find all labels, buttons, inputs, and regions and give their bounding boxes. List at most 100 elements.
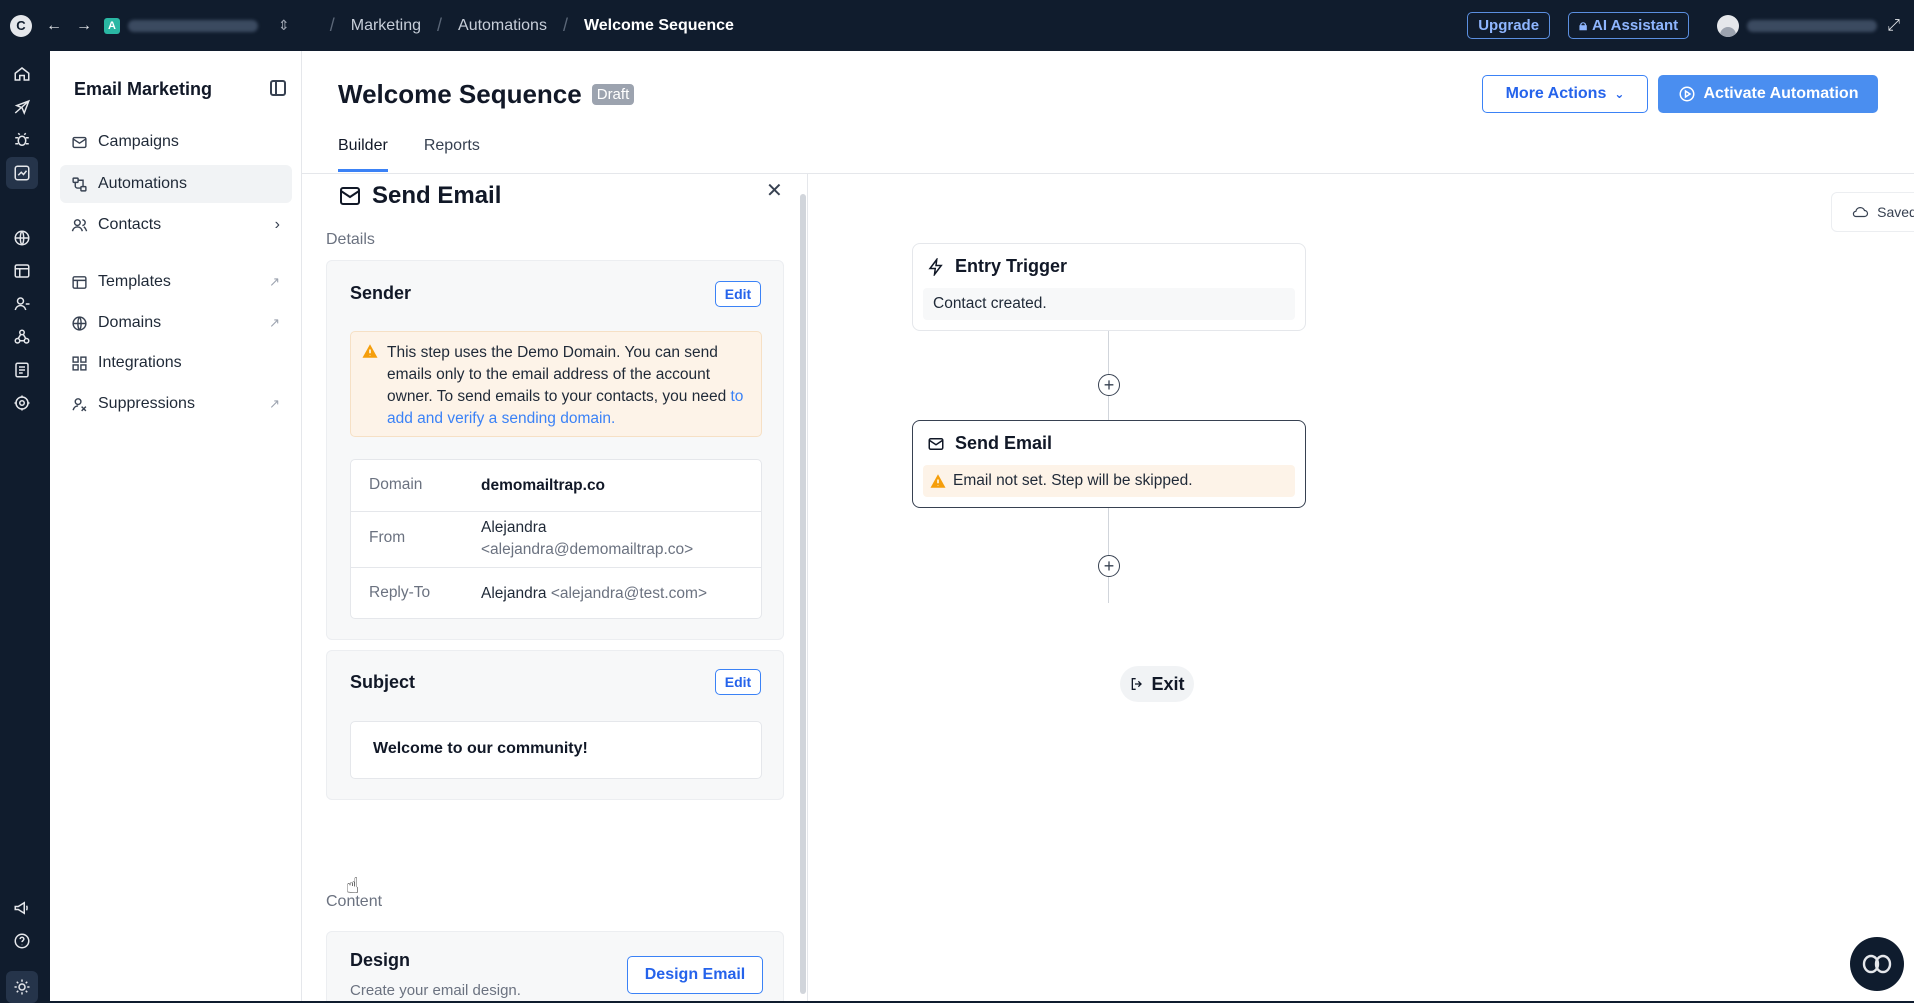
account-name-blurred[interactable] [128, 19, 258, 32]
main-area: Email Marketing Campaigns Automations Co… [50, 51, 1914, 1001]
activate-automation-button[interactable]: Activate Automation [1658, 75, 1878, 113]
reports-icon[interactable] [11, 359, 33, 381]
bug-icon[interactable] [11, 129, 33, 151]
account-avatar[interactable]: A [104, 17, 120, 34]
close-icon[interactable]: ✕ [766, 178, 783, 203]
account-switcher-icon[interactable]: ⇕ [278, 17, 290, 34]
sidebar-item-integrations[interactable]: Integrations [60, 344, 292, 382]
connector-line [1108, 508, 1109, 556]
from-key: From [369, 529, 406, 546]
upgrade-button[interactable]: Upgrade [1467, 12, 1551, 39]
users-icon [70, 216, 88, 234]
warning-icon [930, 474, 946, 488]
sidebar-item-label: Integrations [98, 354, 182, 371]
sidebar-item-automations[interactable]: Automations [60, 165, 292, 203]
saved-label: Saved [1877, 204, 1914, 220]
breadcrumb-automations[interactable]: Automations [458, 17, 547, 35]
panel-scrollbar[interactable] [800, 194, 806, 994]
sidebar-item-label: Campaigns [98, 133, 179, 150]
connector-line [1108, 331, 1109, 375]
expand-icon[interactable]: ⤢ [1887, 17, 1900, 35]
breadcrumb-marketing[interactable]: Marketing [351, 17, 421, 35]
gear-icon[interactable] [11, 392, 33, 414]
send-email-node-title: Send Email [955, 433, 1053, 453]
user-name-blurred[interactable] [1747, 19, 1878, 32]
exit-icon [1132, 678, 1143, 690]
chat-support-button[interactable] [1850, 937, 1904, 991]
entry-trigger-node[interactable]: Entry Trigger Contact created. [912, 243, 1306, 331]
external-link-icon: ↗ [269, 274, 280, 289]
details-label: Details [326, 231, 375, 248]
hand-cursor-icon: ☝ [346, 873, 360, 898]
status-badge: Draft [591, 84, 635, 105]
megaphone-icon[interactable] [11, 897, 33, 919]
sidebar-title: Email Marketing [74, 79, 213, 99]
sidebar-item-campaigns[interactable]: Campaigns [60, 123, 292, 161]
mail-icon [928, 437, 944, 450]
design-email-button[interactable]: Design Email [627, 956, 763, 994]
reply-to-value: Alejandra <alejandra@test.com> [481, 583, 707, 605]
automation-canvas[interactable]: Saved Entry Trigger Contact created. + S… [809, 174, 1914, 1001]
user-avatar[interactable] [1717, 14, 1740, 37]
from-value: Alejandra <alejandra@demomailtrap.co> [481, 517, 693, 561]
globe-icon[interactable] [11, 227, 33, 249]
theme-toggle-icon[interactable] [6, 971, 38, 1003]
sidebar-item-label: Contacts [98, 216, 162, 233]
sidebar-item-suppressions[interactable]: Suppressions ↗ [60, 385, 292, 423]
table-row: Reply-To Alejandra <alejandra@test.com> [351, 568, 761, 620]
add-step-icon[interactable]: + [1098, 374, 1120, 396]
top-bar: C ← → A ⇕ / Marketing / Automations / We… [0, 0, 1914, 51]
connector-line [1108, 577, 1109, 603]
back-arrow-icon[interactable]: ← [46, 17, 62, 35]
globe-icon [70, 314, 88, 332]
step-editor-panel: Send Email ✕ Details Sender Edit This st… [302, 174, 808, 1001]
send-icon[interactable] [11, 96, 33, 118]
breadcrumb-separator: / [562, 15, 568, 35]
subject-edit-button[interactable]: Edit [715, 669, 761, 695]
send-email-node[interactable]: Send Email Email not set. Step will be s… [912, 420, 1306, 508]
design-card: Design Create your email design. Design … [326, 931, 784, 1001]
sidebar-collapse-icon[interactable] [270, 80, 286, 96]
domain-value: demomailtrap.co [481, 477, 606, 494]
sidebar-item-contacts[interactable]: Contacts › [60, 206, 292, 244]
more-actions-button[interactable]: More Actions ⌄ [1482, 75, 1648, 113]
ai-assistant-label: AI Assistant [1592, 17, 1679, 34]
reply-to-email: <alejandra@test.com> [550, 585, 707, 602]
tab-reports[interactable]: Reports [424, 137, 480, 172]
reply-to-name: Alejandra [481, 585, 547, 602]
home-icon[interactable] [11, 63, 33, 85]
node-title: Send Email [927, 433, 1052, 454]
warning-icon [362, 344, 378, 358]
forward-arrow-icon[interactable]: → [76, 17, 92, 35]
sidebar-item-templates[interactable]: Templates ↗ [60, 263, 292, 301]
chevron-down-icon: ⌄ [1614, 87, 1625, 101]
help-icon[interactable] [11, 930, 33, 952]
domain-key: Domain [369, 476, 423, 493]
breadcrumb: / Marketing / Automations / Welcome Sequ… [314, 15, 734, 36]
template-icon[interactable] [11, 260, 33, 282]
external-link-icon: ↗ [269, 396, 280, 411]
ai-assistant-button[interactable]: 🔒︎ AI Assistant [1568, 12, 1690, 39]
sidebar-item-label: Suppressions [98, 395, 195, 412]
sender-details-table: Domain demomailtrap.co From Alejandra <a… [350, 459, 762, 619]
tab-builder[interactable]: Builder [338, 137, 388, 172]
subject-value: Welcome to our community! [350, 721, 762, 779]
chat-icon [1862, 954, 1892, 974]
webhook-icon[interactable] [11, 326, 33, 348]
subject-title: Subject [350, 672, 416, 692]
send-email-warning-text: Email not set. Step will be skipped. [953, 472, 1193, 489]
add-step-icon[interactable]: + [1098, 555, 1120, 577]
sidebar-item-label: Templates [98, 273, 171, 290]
activate-label: Activate Automation [1703, 85, 1859, 102]
user-icon[interactable] [11, 293, 33, 315]
sidebar-item-domains[interactable]: Domains ↗ [60, 304, 292, 342]
app-logo[interactable]: C [10, 14, 32, 37]
more-actions-label: More Actions [1505, 85, 1607, 102]
exit-node[interactable]: Exit [1120, 666, 1194, 702]
ai-lock-icon: 🔒︎ [1579, 17, 1588, 34]
analytics-icon[interactable] [6, 157, 38, 189]
sender-edit-button[interactable]: Edit [715, 281, 761, 307]
automation-icon [70, 175, 88, 193]
table-row: From Alejandra <alejandra@demomailtrap.c… [351, 512, 761, 568]
design-description: Create your email design. [350, 982, 521, 999]
